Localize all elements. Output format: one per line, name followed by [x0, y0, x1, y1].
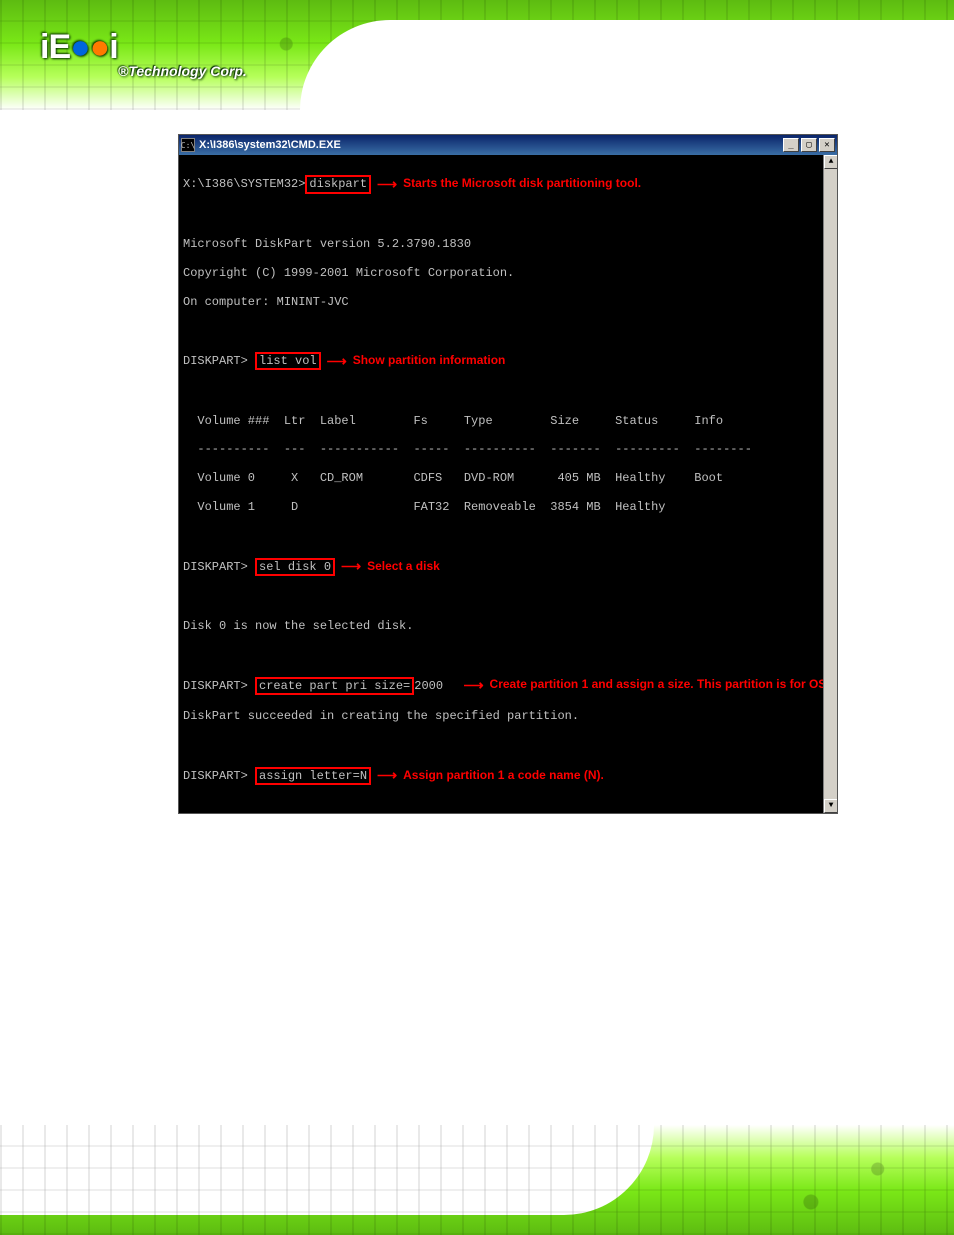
terminal-body: X:\I386\SYSTEM32>diskpart⟶Starts the Mic… — [179, 155, 837, 813]
page-header-band: iE●●i ®Technology Corp. — [0, 0, 954, 110]
cmd-create1: create part pri size= — [255, 677, 414, 695]
vol-row: Volume 1 D FAT32 Removeable 3854 MB Heal… — [183, 500, 833, 514]
prompt: DISKPART> — [183, 679, 255, 693]
annotation-seldisk: Select a disk — [367, 559, 440, 573]
close-button[interactable]: ✕ — [819, 138, 835, 152]
prompt: DISKPART> — [183, 354, 255, 368]
window-title: X:\I386\system32\CMD.EXE — [199, 139, 783, 151]
minimize-button[interactable]: _ — [783, 138, 799, 152]
vol-divider: ---------- --- ----------- ----- -------… — [183, 442, 833, 456]
scrollbar-vertical[interactable]: ▲ ▼ — [823, 155, 837, 813]
msg-create-ok: DiskPart succeeded in creating the speci… — [183, 709, 833, 723]
logo-prefix: iE — [40, 28, 70, 66]
diskpart-computer: On computer: MININT-JVC — [183, 295, 833, 309]
cmd-assign-n: assign letter=N — [255, 767, 371, 785]
page-footer-band — [0, 1125, 954, 1235]
window-controls: _ ▢ ✕ — [783, 138, 835, 152]
cmd-listvol: list vol — [255, 352, 321, 370]
vol-header: Volume ### Ltr Label Fs Type Size Status… — [183, 414, 833, 428]
vol-row: Volume 0 X CD_ROM CDFS DVD-ROM 405 MB He… — [183, 471, 833, 485]
logo: iE●●i ®Technology Corp. — [40, 28, 247, 79]
cmd-window: C:\ X:\I386\system32\CMD.EXE _ ▢ ✕ X:\I3… — [178, 134, 838, 814]
prompt: DISKPART> — [183, 560, 255, 574]
header-curve — [300, 20, 954, 110]
footer-texture — [0, 1125, 954, 1235]
prompt: DISKPART> — [183, 769, 255, 783]
arrow-icon: ⟶ — [335, 558, 367, 575]
annotation-listvol: Show partition information — [353, 353, 506, 367]
scroll-down-button[interactable]: ▼ — [824, 799, 837, 813]
annotation-create1: Create partition 1 and assign a size. Th… — [490, 677, 837, 691]
arrow-icon: ⟶ — [321, 353, 353, 370]
title-bar[interactable]: C:\ X:\I386\system32\CMD.EXE _ ▢ ✕ — [179, 135, 837, 155]
cmd-icon: C:\ — [181, 138, 195, 152]
logo-dot-orange: ● — [90, 28, 110, 66]
annotation-diskpart: Starts the Microsoft disk partitioning t… — [403, 176, 641, 190]
arrow-icon: ⟶ — [457, 677, 489, 694]
logo-subtitle: ®Technology Corp. — [118, 63, 247, 79]
annotation-assign-n: Assign partition 1 a code name (N). — [403, 768, 604, 782]
prompt: X:\I386\SYSTEM32> — [183, 177, 305, 191]
arrow-icon: ⟶ — [371, 767, 403, 784]
msg-seldisk: Disk 0 is now the selected disk. — [183, 619, 833, 633]
cmd-create1-size: 2000 — [414, 679, 443, 693]
scroll-up-button[interactable]: ▲ — [824, 155, 837, 169]
logo-suffix: i — [109, 28, 117, 66]
logo-main: iE●●i — [40, 28, 247, 67]
logo-dot-blue: ● — [70, 28, 90, 66]
diskpart-copyright: Copyright (C) 1999-2001 Microsoft Corpor… — [183, 266, 833, 280]
cmd-seldisk: sel disk 0 — [255, 558, 335, 576]
arrow-icon: ⟶ — [371, 176, 403, 193]
cmd-diskpart: diskpart — [305, 175, 371, 193]
diskpart-version: Microsoft DiskPart version 5.2.3790.1830 — [183, 237, 833, 251]
maximize-button[interactable]: ▢ — [801, 138, 817, 152]
